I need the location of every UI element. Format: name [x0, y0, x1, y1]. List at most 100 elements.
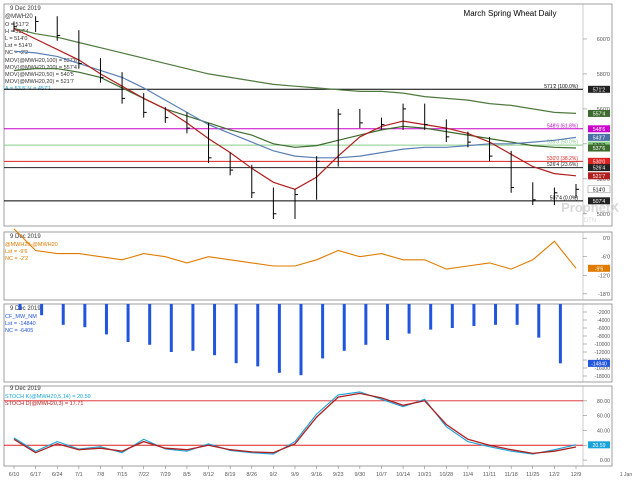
x-tick-label-0: 6/10 — [9, 472, 20, 478]
price-date: 9 Dec 2019 — [10, 6, 41, 12]
x-tick-label-5: 7/15 — [117, 472, 128, 478]
cot-bar-6 — [148, 304, 152, 345]
x-tick-label-9: 8/12 — [203, 472, 214, 478]
x-tick-label-4: 7/8 — [97, 472, 105, 478]
price-bar-19 — [424, 103, 428, 130]
price-tick-label-1: 580'0 — [597, 72, 610, 78]
stoch-tick-label-4: 0.00 — [600, 458, 610, 464]
cot-bar-10 — [234, 304, 238, 364]
cot-tick-label-8: -18000 — [594, 374, 610, 380]
price-bar-14 — [316, 156, 320, 200]
spring-wheat-chart: 9 Dec 2019 @MWH20 O = 517'2 H = 517'4 L … — [3, 3, 632, 478]
price-bar-10 — [229, 152, 234, 176]
cot-tick-label-0: -2000 — [597, 310, 610, 316]
price-bar-16 — [359, 108, 363, 129]
x-tick-label-26: 12/9 — [571, 472, 582, 478]
price-panel-legend: 9 Dec 2019 @MWH20 O = 517'2 H = 517'4 L … — [5, 6, 77, 92]
price-symbol: @MWH20 — [5, 14, 33, 20]
x-tick-label-17: 10/7 — [376, 472, 387, 478]
stoch-d-line — [13, 392, 577, 455]
cot-bar-25 — [558, 304, 562, 364]
cot-bar-7 — [169, 304, 173, 352]
spread-line — [13, 228, 577, 270]
price-right-label-9: 514'0 — [593, 187, 606, 193]
x-tick-label-10: 8/19 — [225, 472, 236, 478]
cot-panel-legend: 9 Dec 2019 CF_MW_NM Lst = -14840 NC = -6… — [5, 306, 41, 334]
cot-bar-3 — [83, 304, 87, 328]
price-right-label-1: 557'4 — [593, 111, 606, 117]
stoch-tick-label-1: 60.00 — [597, 414, 610, 420]
retracement-label-1: 548'6 (61.8%) — [547, 123, 578, 129]
study-label-2: MOV(@MWH20,50) = 540'5 — [5, 72, 74, 78]
panel-frame-stoch — [3, 385, 613, 467]
stoch-tick-label-2: 40.00 — [597, 428, 610, 434]
spread-tick-label-2: -12'0 — [598, 273, 610, 279]
panel-frame-cot — [3, 303, 613, 383]
cot-last-label: -14840 — [591, 361, 607, 367]
cot-bar-14 — [321, 304, 325, 359]
price-bar-6 — [143, 93, 147, 118]
price-right-label-7: 526'4 — [593, 166, 606, 172]
cot-bar-19 — [429, 304, 433, 330]
x-tick-label-8: 8/5 — [183, 472, 191, 478]
cot-bar-16 — [364, 304, 368, 345]
price-right-label-2: 548'6 — [593, 127, 606, 133]
stoch-plot: 80.0060.0040.0020.000.0020.59 — [4, 391, 610, 464]
stoch-date: 9 Dec 2019 — [10, 386, 41, 392]
x-tick-label-6: 7/22 — [138, 472, 149, 478]
watermark-sub: DTN — [584, 218, 596, 224]
x-tick-label-7: 7/29 — [160, 472, 171, 478]
price-bar-20 — [445, 119, 450, 143]
cot-bar-2 — [61, 304, 65, 325]
price-last: Lst = 514'0 — [5, 43, 32, 49]
spread-tick-label-1: -6'0 — [601, 255, 610, 261]
cot-bar-0 — [18, 304, 22, 310]
moving-average-line-3 — [13, 50, 577, 159]
stoch-legend-0: STOCH K(@MWH20,5,14) = 20.59 — [5, 394, 91, 400]
x-tick-label-11: 8/26 — [246, 472, 257, 478]
price-bar-12 — [272, 187, 277, 220]
retracement-label-4: 526'4 (23.6%) — [547, 162, 578, 168]
price-bar-13 — [294, 189, 298, 220]
x-tick-label-2: 6/24 — [52, 472, 63, 478]
cot-bar-20 — [450, 304, 454, 328]
x-tick-label-22: 11/11 — [483, 472, 496, 478]
cot-bar-1 — [40, 304, 44, 316]
cot-bar-22 — [494, 304, 498, 325]
cot-bar-21 — [472, 304, 476, 326]
cot-legend-2: NC = -6405 — [5, 328, 33, 334]
x-far-right-label: 1 Jan — [620, 472, 632, 478]
cot-legend-1: Lst = -14840 — [5, 321, 36, 327]
moving-average-line-1 — [13, 27, 577, 114]
price-right-label-0: 571'2 — [593, 87, 606, 93]
cot-tick-label-4: -10000 — [594, 342, 610, 348]
cot-tick-label-5: -12000 — [594, 350, 610, 356]
moving-average-line-2 — [13, 68, 577, 149]
cot-bar-5 — [126, 304, 130, 342]
price-bar-1 — [35, 16, 39, 32]
price-right-label-5: 537'6 — [593, 146, 606, 152]
x-tick-label-25: 12/2 — [549, 472, 560, 478]
cot-plot: -2000-4000-6000-8000-10000-12000-14000-1… — [18, 304, 610, 380]
cot-bar-24 — [537, 304, 541, 338]
study-label-3: MOV(@MWH20,20) = 521'7 — [5, 79, 74, 85]
price-tick-label-0: 600'0 — [597, 37, 610, 43]
panel-frame-spread — [3, 231, 613, 301]
x-tick-label-16: 9/30 — [354, 472, 365, 478]
retracement-label-3: 530'0 (38.2%) — [547, 156, 578, 162]
cot-bar-13 — [299, 304, 303, 376]
cot-legend-0: CF_MW_NM — [5, 314, 37, 320]
spread-legend-0: @MWH20-@MWH20 — [5, 242, 58, 248]
chart-frame — [3, 3, 613, 467]
cot-bar-9 — [213, 304, 217, 356]
price-bar-24 — [532, 182, 536, 206]
stoch-legend-1: STOCH D(@MWH20,3) = 17.71 — [5, 401, 83, 407]
stoch-tick-label-0: 80.00 — [597, 399, 610, 405]
x-tick-label-12: 9/2 — [270, 472, 278, 478]
spread-tick-label-3: -18'0 — [598, 292, 610, 298]
stoch-last-label: 20.59 — [593, 443, 606, 449]
cot-bar-23 — [515, 304, 519, 325]
cot-tick-label-1: -4000 — [597, 318, 610, 324]
price-right-label-10: 507'4 — [593, 199, 606, 205]
panel-frame-price — [3, 3, 613, 227]
